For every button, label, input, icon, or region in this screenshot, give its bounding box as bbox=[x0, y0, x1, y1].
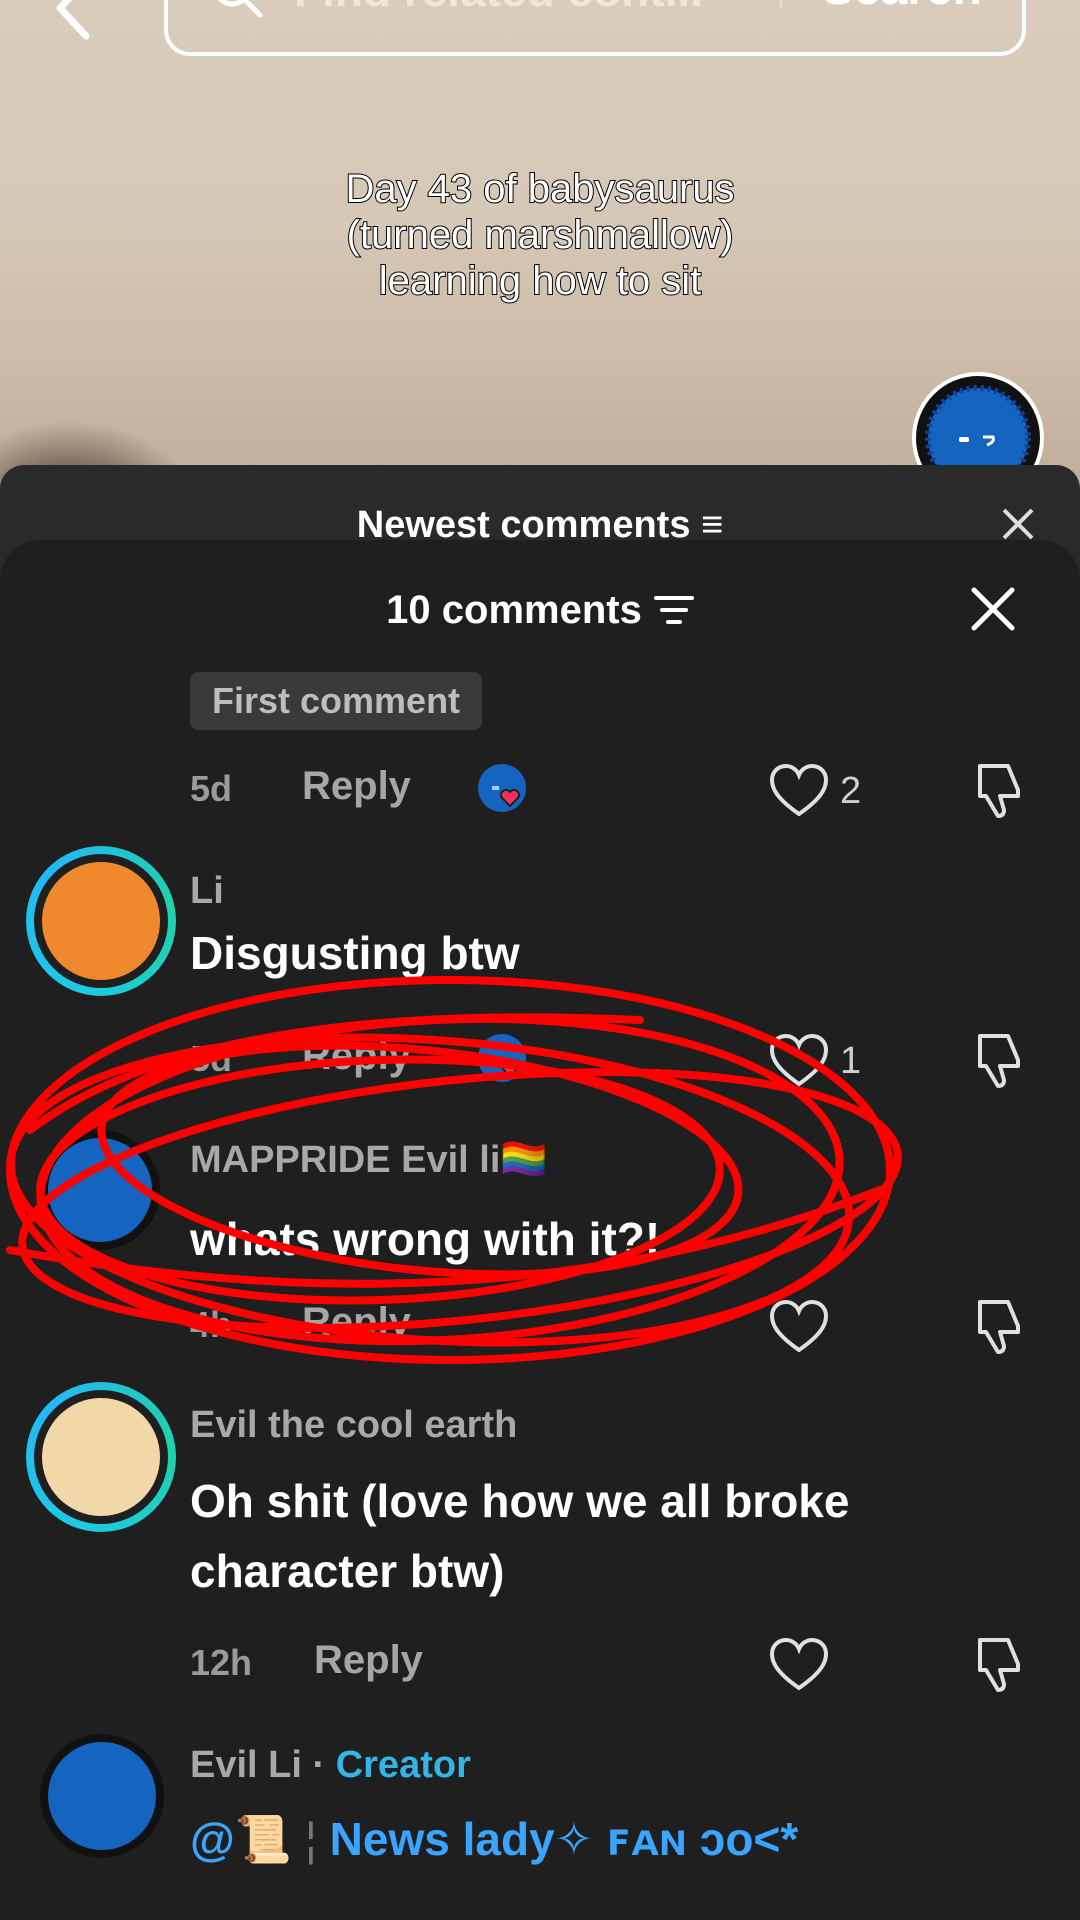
like-heart-icon[interactable] bbox=[768, 1032, 830, 1090]
comment-time: 5d bbox=[190, 1038, 233, 1079]
creator-label: Creator bbox=[335, 1744, 471, 1786]
search-button[interactable]: Search bbox=[782, 0, 1022, 16]
comment-count-title: 10 comments bbox=[386, 587, 642, 632]
comment-time: 12h bbox=[190, 1642, 253, 1683]
separator-dot: · bbox=[312, 1744, 326, 1786]
search-icon bbox=[217, 0, 263, 18]
search-bar[interactable]: Find related cont... Search bbox=[164, 0, 1026, 56]
comment-text: Disgusting btw bbox=[190, 927, 520, 979]
orange-fuzzball-avatar bbox=[42, 862, 160, 980]
avatar[interactable] bbox=[40, 1734, 164, 1858]
reply-button[interactable]: Reply bbox=[314, 1638, 423, 1683]
reply-button[interactable]: Reply bbox=[302, 1300, 411, 1345]
video-caption: Day 43 of babysaurus (turned marshmallow… bbox=[0, 166, 1080, 304]
comment-text: @📜 ¦ News lady✧ ꜰᴀɴ ↄᴏ<* bbox=[190, 1804, 1020, 1874]
first-comment-badge: First comment bbox=[190, 672, 483, 730]
comment-sheet-header: 10 comments bbox=[0, 580, 1080, 640]
close-icon[interactable] bbox=[968, 584, 1018, 634]
comment-username[interactable]: Evil the cool earth bbox=[190, 1404, 517, 1447]
close-icon bbox=[1002, 508, 1034, 540]
creator-liked-icon bbox=[478, 764, 526, 812]
mention-text[interactable]: News lady✧ ꜰᴀɴ ↄᴏ<* bbox=[330, 1813, 799, 1865]
comment-username[interactable]: Evil Li · Creator bbox=[190, 1744, 471, 1787]
like-heart-icon[interactable] bbox=[768, 762, 830, 820]
creator-name[interactable]: Evil Li bbox=[190, 1744, 302, 1786]
creator-liked-icon bbox=[478, 1034, 526, 1082]
mention-prefix[interactable]: @📜 bbox=[190, 1813, 292, 1865]
caption-line-2: (turned marshmallow) bbox=[346, 212, 735, 258]
earth-avatar bbox=[42, 1398, 160, 1516]
reply-button[interactable]: Reply bbox=[302, 764, 411, 809]
blue-fuzzball-avatar bbox=[48, 1138, 152, 1242]
like-heart-icon[interactable] bbox=[768, 1636, 830, 1694]
reply-button[interactable]: Reply bbox=[302, 1034, 411, 1079]
comment-time: 5d bbox=[190, 768, 233, 809]
comment-text: whats wrong with it?! bbox=[190, 1213, 661, 1265]
like-heart-icon[interactable] bbox=[768, 1298, 830, 1356]
dislike-icon[interactable] bbox=[966, 760, 1026, 822]
comment-actions: 5d Reply 2 bbox=[190, 760, 1040, 820]
avatar[interactable] bbox=[26, 846, 176, 996]
avatar[interactable] bbox=[26, 1382, 176, 1532]
dislike-icon[interactable] bbox=[966, 1296, 1026, 1358]
blue-fuzzball-avatar bbox=[48, 1742, 156, 1850]
caption-line-1: Day 43 of babysaurus bbox=[344, 166, 735, 212]
like-count: 1 bbox=[840, 1040, 862, 1082]
comment-actions: 5d Reply 1 bbox=[190, 1030, 1040, 1090]
back-arrow-icon[interactable] bbox=[40, 0, 110, 40]
comment-username[interactable]: Li bbox=[190, 870, 224, 913]
avatar[interactable] bbox=[40, 1130, 160, 1250]
comment-text: Oh shit (love how we all broke character… bbox=[190, 1475, 850, 1597]
comment-actions: 12h Reply bbox=[190, 1634, 1040, 1694]
dislike-icon[interactable] bbox=[966, 1030, 1026, 1092]
filter-icon[interactable] bbox=[653, 593, 694, 627]
caption-line-3: learning how to sit bbox=[378, 258, 702, 304]
like-count: 2 bbox=[840, 770, 862, 812]
comment-time: 4h bbox=[190, 1304, 233, 1345]
comment-actions: 4h Reply bbox=[190, 1296, 1040, 1356]
comment-username[interactable]: MAPPRIDE Evil li🏳️‍🌈 bbox=[190, 1138, 548, 1182]
mention-divider: ¦ bbox=[304, 1813, 330, 1865]
search-input[interactable]: Find related cont... bbox=[294, 0, 780, 17]
dislike-icon[interactable] bbox=[966, 1634, 1026, 1696]
